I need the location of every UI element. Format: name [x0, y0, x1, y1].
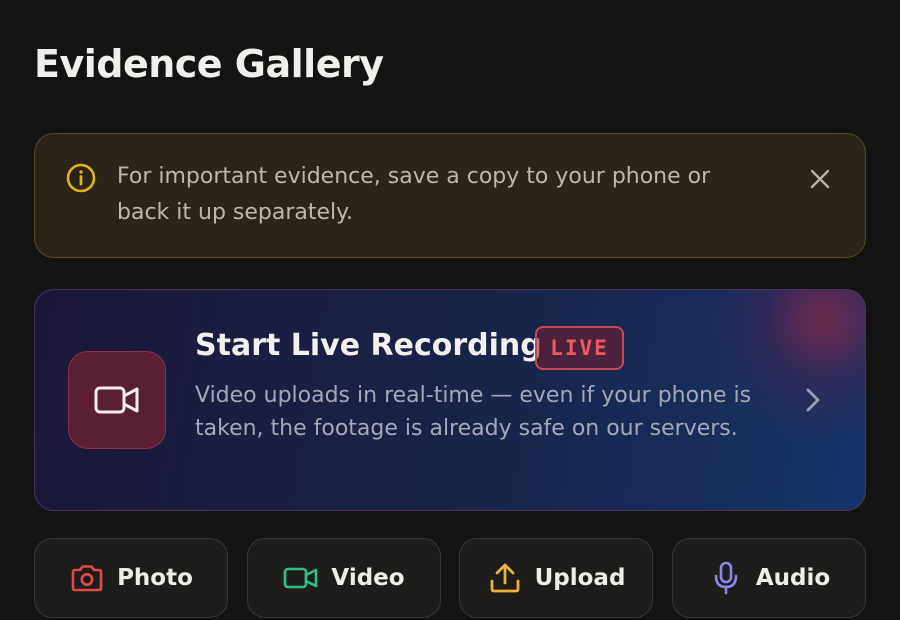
- start-live-recording-card[interactable]: Start Live Recording LIVE Video uploads …: [34, 289, 866, 511]
- video-button[interactable]: Video: [247, 538, 441, 618]
- banner-message: For important evidence, save a copy to y…: [117, 164, 711, 225]
- microphone-icon: [708, 560, 744, 596]
- backup-warning-banner: For important evidence, save a copy to y…: [34, 133, 866, 258]
- upload-icon: [487, 560, 523, 596]
- chevron-right-icon: [801, 386, 825, 414]
- camera-icon: [69, 560, 105, 596]
- upload-button[interactable]: Upload: [459, 538, 653, 618]
- close-icon: [810, 169, 830, 189]
- close-banner-button[interactable]: [805, 164, 835, 194]
- page-title: Evidence Gallery: [34, 42, 384, 86]
- live-badge: LIVE: [535, 326, 624, 370]
- upload-button-label: Upload: [534, 565, 626, 591]
- audio-button[interactable]: Audio: [672, 538, 866, 618]
- video-button-label: Video: [331, 565, 405, 591]
- live-recording-icon-tile: [68, 351, 166, 449]
- audio-button-label: Audio: [755, 565, 831, 591]
- photo-button-label: Photo: [117, 565, 193, 591]
- video-camera-icon: [283, 560, 319, 596]
- live-recording-description: Video uploads in real-time — even if you…: [195, 383, 752, 441]
- capture-actions: Photo Video Upload Audio: [34, 538, 866, 618]
- live-recording-title: Start Live Recording: [195, 328, 542, 363]
- info-icon: [65, 162, 97, 194]
- photo-button[interactable]: Photo: [34, 538, 228, 618]
- evidence-gallery-screen: Evidence Gallery For important evidence,…: [0, 0, 900, 620]
- video-camera-icon: [94, 386, 139, 414]
